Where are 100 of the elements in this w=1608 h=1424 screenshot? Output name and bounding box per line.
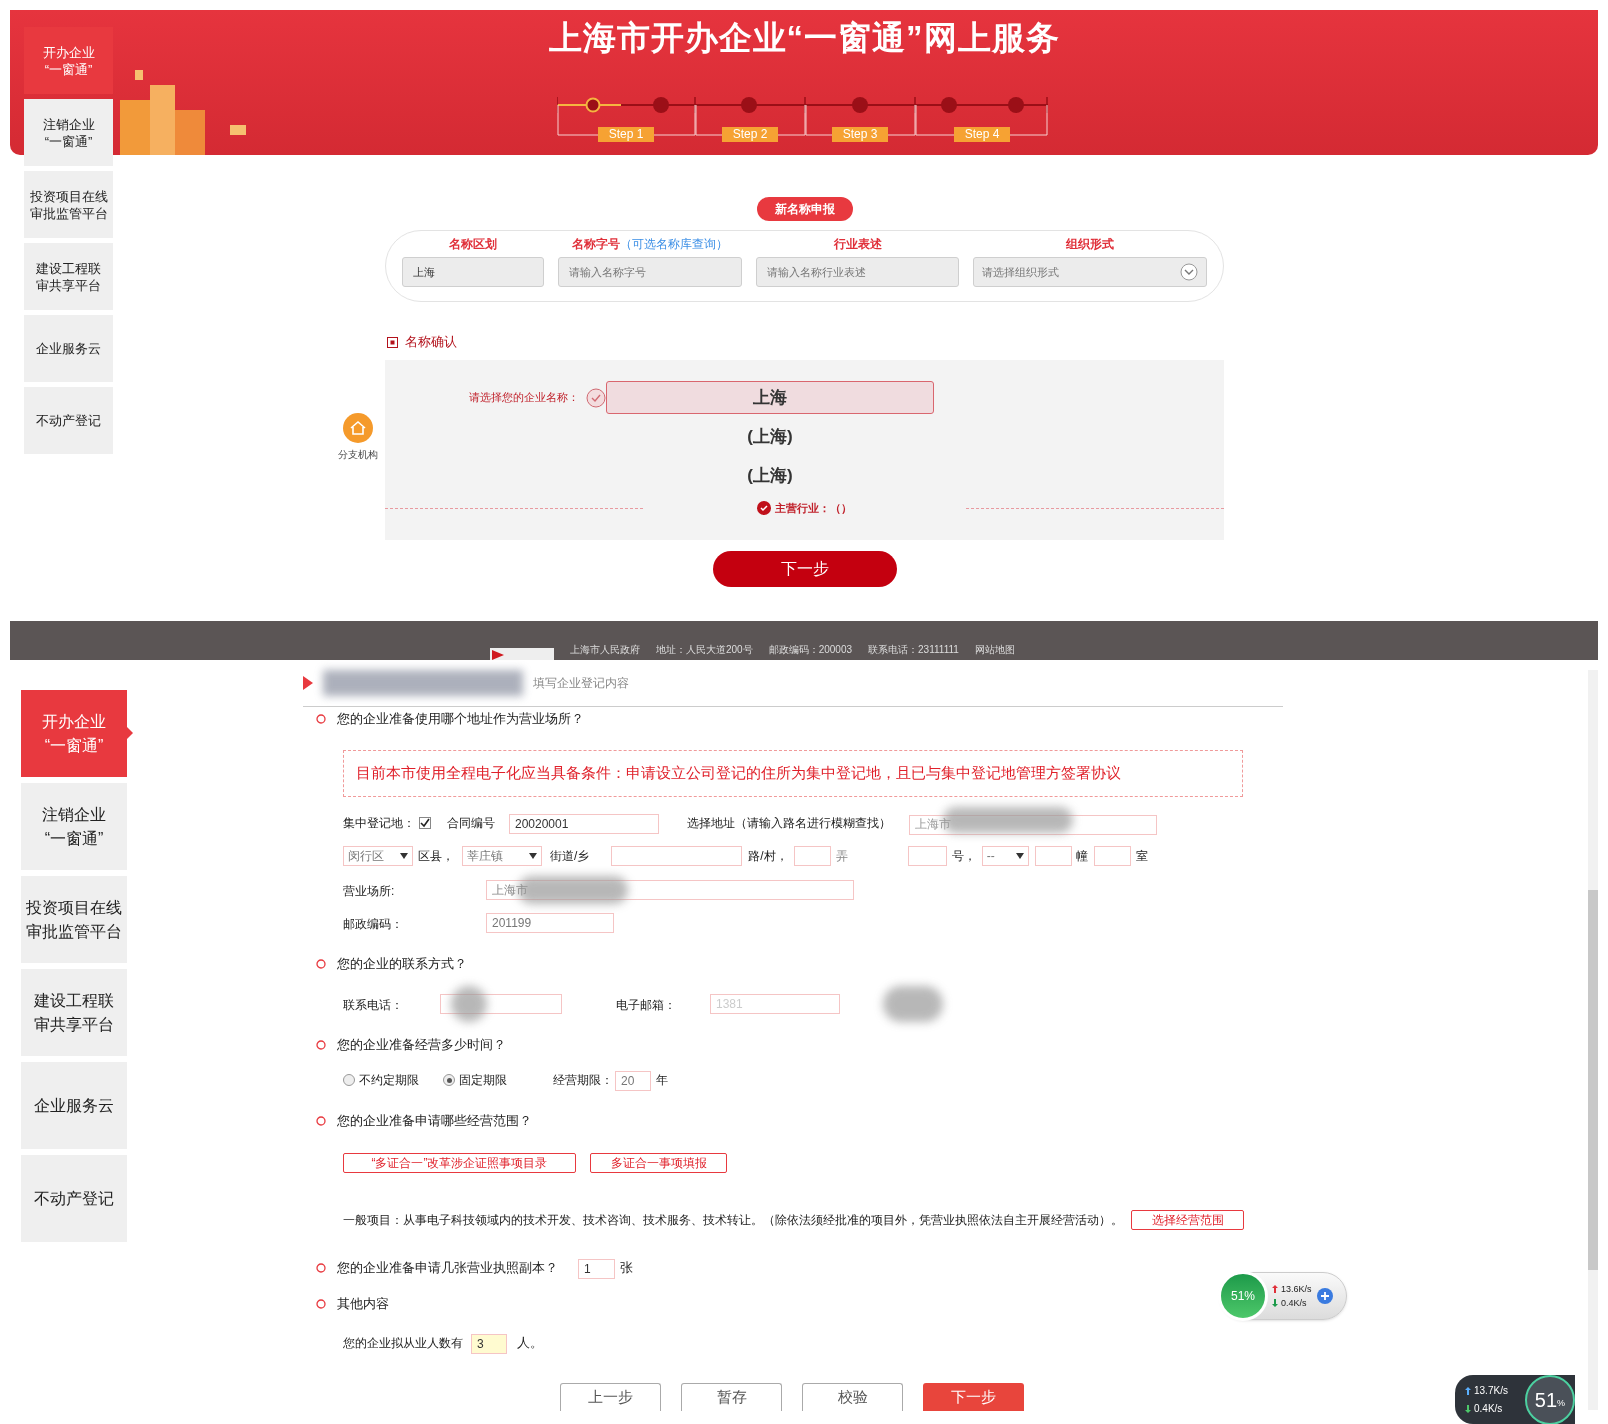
name-library-link[interactable]: （可选名称库查询）	[620, 235, 728, 253]
cpu-usage-gauge: 51%	[1218, 1271, 1268, 1321]
next-step-button[interactable]: 下一步	[712, 551, 897, 587]
org-form-select[interactable]: 请选择组织形式	[973, 257, 1207, 287]
field-label: 邮政编码：	[343, 917, 403, 931]
road-field[interactable]	[793, 846, 831, 866]
footer-text: 邮政编码：200003	[768, 643, 853, 657]
footer-text: 上海市人民政府	[570, 643, 640, 657]
field-label: 张	[620, 1259, 633, 1278]
chevron-down-icon	[1180, 263, 1198, 281]
check-circle-icon	[757, 501, 771, 516]
sidebar-item[interactable]: 建设工程联 审共享平台	[21, 969, 127, 1056]
notice-box: 目前本市使用全程电子化应当具备条件：申请设立公司登记的住所为集中登记地，且已与集中登记地管理方签署协议	[343, 750, 1243, 797]
sidebar-item[interactable]: 开办企业 “一窗通”	[21, 690, 127, 777]
down-arrow-icon	[1272, 1299, 1278, 1307]
company-name-option[interactable]: (上海)	[606, 420, 934, 453]
sidebar-item[interactable]: 不动产登记	[24, 387, 113, 454]
field-label: 号，	[951, 848, 976, 865]
term-field[interactable]: 20	[615, 1071, 651, 1091]
sidebar-item[interactable]: 注销企业 “一窗通”	[21, 783, 127, 870]
action-button[interactable]: 校验	[802, 1383, 903, 1411]
circle-bullet-icon	[316, 714, 326, 724]
plus-icon[interactable]	[1315, 1287, 1334, 1305]
sidebar-item[interactable]: 投资项目在线 审批监管平台	[24, 171, 113, 238]
field-label: 人。	[517, 1334, 543, 1353]
field-label: 联系电话：	[343, 998, 403, 1012]
check-circle-icon	[585, 387, 606, 408]
field-label: 区县，	[418, 848, 454, 865]
pointer-triangle-icon	[127, 727, 133, 739]
download-speed-text: 0.4K/s	[1281, 1297, 1307, 1310]
flag-logo-icon	[490, 648, 554, 660]
field-label: 弄	[835, 848, 848, 865]
redaction-smudge	[451, 986, 487, 1022]
radio-button[interactable]	[343, 1074, 355, 1086]
sidebar-item[interactable]: 开办企业 “一窗通”	[24, 27, 113, 94]
field-label: 路/村，	[748, 848, 788, 865]
street-field[interactable]	[611, 846, 743, 866]
choose-name-label: 请选择您的企业名称：	[469, 390, 579, 406]
footer-text: 网站地图	[974, 643, 1015, 657]
upload-speed-text: 13.7K/s	[1474, 1383, 1508, 1398]
footer-text: 地址：人民大道200号	[656, 643, 753, 657]
company-name-option[interactable]: (上海)	[606, 459, 934, 492]
town-select[interactable]: 莘庄镇	[462, 846, 542, 866]
scope-link-button[interactable]: 多证合一事项填报	[590, 1153, 727, 1173]
lane-field[interactable]	[907, 846, 947, 866]
sidebar-item[interactable]: 企业服务云	[21, 1062, 127, 1149]
question-text: 您的企业准备申请哪些经营范围？	[337, 1112, 532, 1131]
field-label: 经营期限：	[553, 1072, 613, 1089]
question-text: 您的企业准备使用哪个地址作为营业场所？	[337, 710, 584, 729]
up-arrow-icon	[1465, 1386, 1471, 1395]
circle-bullet-icon	[316, 1040, 326, 1050]
sidebar-item[interactable]: 注销企业 “一窗通”	[24, 99, 113, 166]
question-text: 您的企业的联系方式？	[337, 955, 467, 974]
caret-icon	[529, 853, 537, 859]
copies-field[interactable]: 1	[578, 1259, 615, 1279]
circle-bullet-icon	[316, 1299, 326, 1309]
action-button[interactable]: 上一步	[560, 1383, 661, 1411]
name-input-field[interactable]: 请输入名称行业表述	[756, 257, 959, 287]
field-label: 幢	[1075, 848, 1088, 865]
select-scope-button[interactable]: 选择经营范围	[1131, 1210, 1244, 1230]
field-label: 室	[1135, 848, 1148, 865]
circle-bullet-icon	[316, 1116, 326, 1126]
question-text: 您的企业准备申请几张营业执照副本？	[337, 1259, 558, 1278]
name-input-field[interactable]: 上海	[402, 257, 544, 287]
flag-icon	[303, 676, 313, 690]
field-label: 集中登记地：	[343, 815, 415, 832]
question-text: 您的企业准备经营多少时间？	[337, 1036, 506, 1055]
question-text: 其他内容	[337, 1295, 389, 1314]
action-button[interactable]: 暂存	[681, 1383, 782, 1411]
company-name-option[interactable]: 上海	[606, 381, 934, 414]
field-label: 电子邮箱：	[616, 998, 676, 1012]
sidebar-item[interactable]: 不动产登记	[21, 1155, 127, 1242]
sidebar-item[interactable]: 建设工程联 审共享平台	[24, 243, 113, 310]
field-label: 固定期限	[459, 1072, 507, 1089]
scope-link-button[interactable]: “多证合一”改革涉企证照事项目录	[343, 1153, 576, 1173]
building-field[interactable]	[1034, 846, 1072, 866]
download-speed-text: 0.4K/s	[1474, 1401, 1503, 1416]
circle-bullet-icon	[316, 959, 326, 969]
action-button[interactable]: 下一步	[923, 1383, 1024, 1411]
radio-button[interactable]	[443, 1074, 455, 1086]
name-input-field[interactable]: 请输入名称字号	[558, 257, 742, 287]
down-arrow-icon	[1465, 1404, 1471, 1413]
field-label: 名称区划	[449, 236, 497, 253]
circle-bullet-icon	[316, 1263, 326, 1273]
district-select[interactable]: 闵行区	[343, 846, 413, 866]
step-label: Step 1	[598, 127, 654, 142]
step-label: Step 2	[722, 127, 778, 142]
room-field[interactable]	[1093, 846, 1131, 866]
staff-count-field[interactable]: 3	[471, 1334, 507, 1354]
main-industry-text: 主营行业：（）	[775, 501, 852, 516]
branch-label: 分支机构	[338, 448, 378, 462]
sidebar-item[interactable]: 企业服务云	[24, 315, 113, 382]
home-icon	[343, 413, 373, 443]
breadcrumb-text: 填写企业登记内容	[533, 675, 629, 692]
postal-code-field[interactable]: 201199	[486, 913, 614, 933]
upload-speed-text: 13.6K/s	[1281, 1283, 1312, 1296]
sidebar-item[interactable]: 投资项目在线 审批监管平台	[21, 876, 127, 963]
contract-number-field[interactable]: 20020001	[509, 814, 659, 834]
checkbox[interactable]	[419, 817, 431, 829]
number-select[interactable]: --	[981, 846, 1029, 866]
